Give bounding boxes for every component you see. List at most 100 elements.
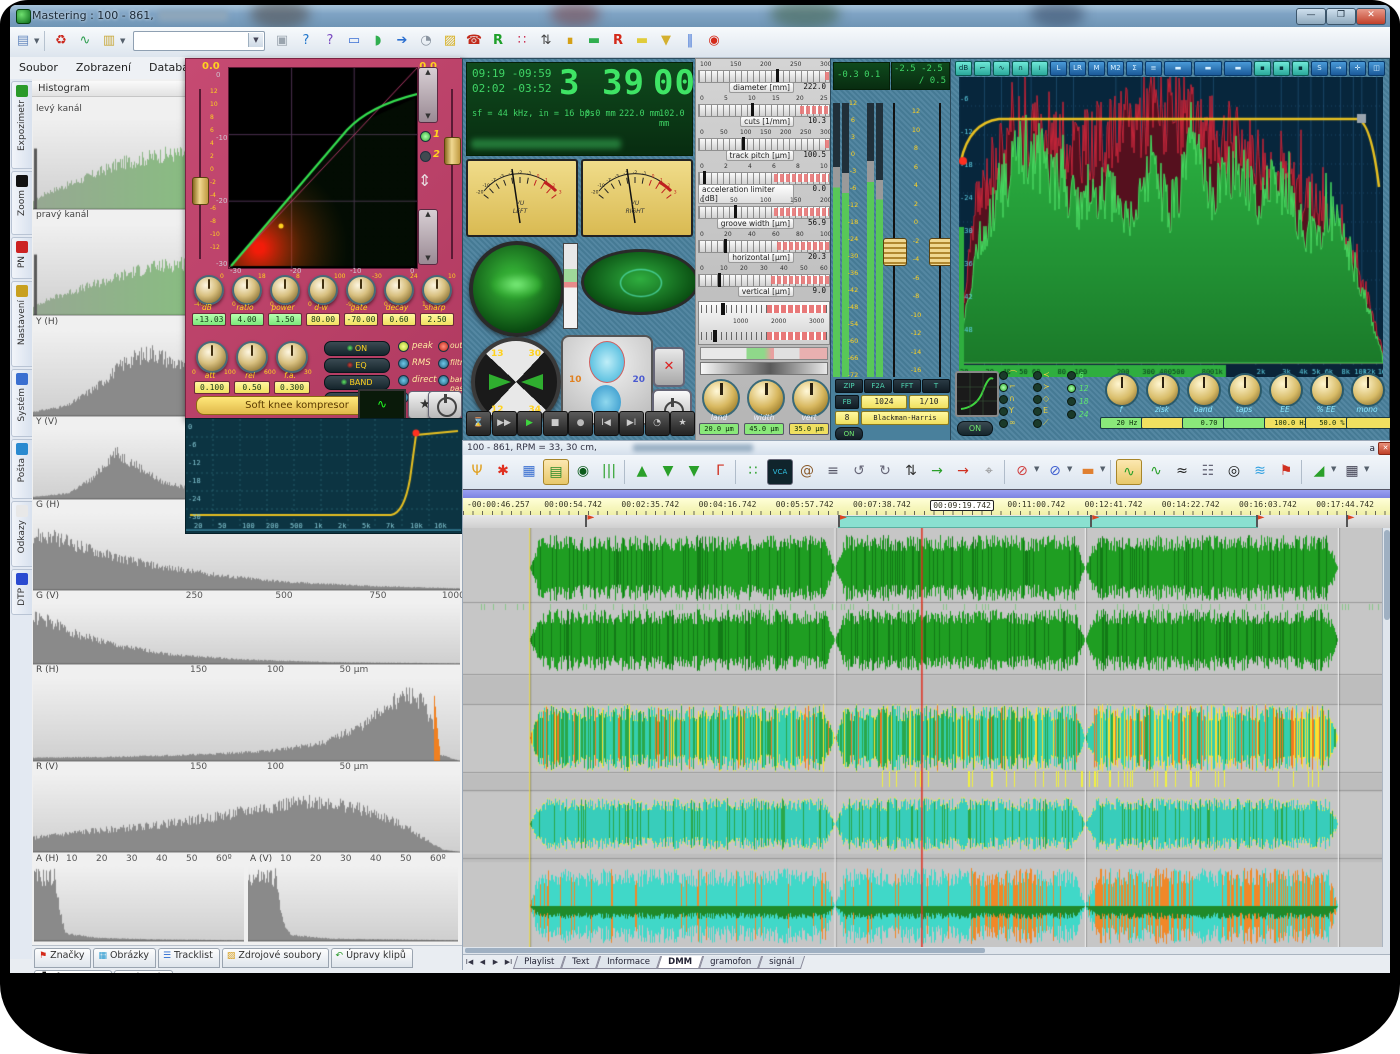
- card-icon[interactable]: ▬: [583, 30, 605, 52]
- fft-button-t[interactable]: T: [922, 379, 950, 393]
- tab-histogram[interactable]: ▟Histogram: [34, 970, 112, 973]
- screen-icon[interactable]: ▭: [343, 30, 365, 52]
- comp-spinner-0[interactable]: ▲▼: [418, 67, 438, 123]
- steps-green-icon[interactable]: →: [925, 459, 949, 483]
- redo-icon[interactable]: ↻: [873, 459, 897, 483]
- vinyl-icon[interactable]: ◉: [571, 459, 595, 483]
- toolbar-combobox[interactable]: ▼: [133, 31, 265, 51]
- spectrum-knob-mono[interactable]: [1351, 373, 1385, 407]
- orange-dash-icon[interactable]: ▬: [1076, 459, 1100, 483]
- spectrum-button-5[interactable]: L: [1050, 61, 1067, 76]
- spectrum-button-10[interactable]: ≡: [1145, 61, 1162, 76]
- spectrum-button-12[interactable]: ▬: [1194, 61, 1222, 76]
- spectrum-button-7[interactable]: M: [1088, 61, 1105, 76]
- slider-handle[interactable]: [724, 239, 727, 253]
- dash-icon[interactable]: ▬: [631, 30, 653, 52]
- bars-icon[interactable]: |||: [597, 459, 621, 483]
- slider-handle[interactable]: [751, 103, 754, 117]
- dmm-horizontal-scrollbar[interactable]: [463, 947, 1390, 954]
- spectrum-button-1[interactable]: ⌐: [974, 61, 991, 76]
- tab-nav-2[interactable]: ▶: [489, 955, 502, 969]
- clock-icon[interactable]: ◔: [415, 30, 437, 52]
- spectrum-button-4[interactable]: ≀: [1031, 61, 1048, 76]
- cutter-knob-land[interactable]: [702, 379, 740, 417]
- spectrum-button-15[interactable]: ▪: [1273, 61, 1290, 76]
- wave-dark-icon[interactable]: ≈: [1170, 459, 1194, 483]
- slope-led[interactable]: [1033, 407, 1042, 416]
- fft-button-fft[interactable]: FFT: [893, 379, 921, 393]
- slope-led[interactable]: [999, 395, 1008, 404]
- knob-ratio[interactable]: [232, 275, 262, 305]
- record-red-icon[interactable]: R: [607, 30, 629, 52]
- spectrum-on-button[interactable]: ON: [957, 421, 993, 436]
- comment-icon[interactable]: ◗: [367, 30, 389, 52]
- prev-button[interactable]: Ι◀: [594, 411, 619, 436]
- menu-item-zobrazen[interactable]: Zobrazení: [67, 57, 140, 74]
- knob-gate[interactable]: [346, 275, 376, 305]
- forward-icon[interactable]: ➔: [391, 30, 413, 52]
- sidebar-tab-pn[interactable]: PN: [11, 237, 33, 279]
- tab-historie[interactable]: ◔Historie: [114, 970, 174, 973]
- burst-icon[interactable]: ✱: [491, 459, 515, 483]
- maximize-button[interactable]: ❐: [1326, 8, 1356, 25]
- chevron-down-icon[interactable]: ▼: [1100, 455, 1107, 483]
- slope-led[interactable]: [1067, 371, 1076, 380]
- lock-icon[interactable]: ∎: [559, 30, 581, 52]
- slope-led[interactable]: [1067, 384, 1076, 393]
- tab-obrzky[interactable]: ▦Obrázky: [93, 948, 156, 968]
- slope-led[interactable]: [999, 383, 1008, 392]
- matrix-icon[interactable]: ∷: [741, 459, 765, 483]
- chevron-down-icon[interactable]: ▼: [248, 33, 263, 47]
- chevron-down-icon[interactable]: ▼: [1331, 455, 1338, 483]
- tab-pravyklip[interactable]: ↶Úpravy klipů: [331, 948, 413, 968]
- sidebar-tab-systm[interactable]: Systém: [11, 369, 33, 437]
- print-icon[interactable]: ▣: [271, 30, 293, 52]
- title-bar[interactable]: Mastering : 100 - 861, — ❐ ✕: [10, 5, 1390, 27]
- snail-icon[interactable]: @: [795, 459, 819, 483]
- sidebar-tab-nastaven[interactable]: Nastavení: [11, 281, 33, 367]
- turntable-icon[interactable]: ◎: [1222, 459, 1246, 483]
- timeline-ruler[interactable]: -00:00:46.25700:00:54.74200:02:35.74200:…: [463, 498, 1390, 516]
- window-layout-icon[interactable]: ▤: [12, 30, 34, 52]
- slider-handle[interactable]: [742, 137, 745, 151]
- faders-icon[interactable]: ⇅: [535, 30, 557, 52]
- clips-view-icon[interactable]: ▤: [543, 459, 569, 485]
- record-target-icon[interactable]: ◉: [703, 30, 725, 52]
- sidebar-tab-odkazy[interactable]: Odkazy: [11, 501, 33, 567]
- phone-icon[interactable]: ☎: [463, 30, 485, 52]
- counter-icon[interactable]: ▦: [1340, 459, 1364, 483]
- spectrum-button-13[interactable]: ▬: [1224, 61, 1252, 76]
- spectrum-button-2[interactable]: ∿: [993, 61, 1010, 76]
- marker-post[interactable]: [585, 515, 587, 527]
- close-button[interactable]: ✕: [1356, 8, 1386, 25]
- cutter-knob-width[interactable]: [747, 379, 785, 417]
- knob-decay[interactable]: [384, 275, 414, 305]
- faders-icon[interactable]: ⇅: [899, 459, 923, 483]
- slope-led[interactable]: [999, 371, 1008, 380]
- knob-power[interactable]: [270, 275, 300, 305]
- fft-button-zip[interactable]: ZIP: [835, 379, 863, 393]
- spectrum-button-0[interactable]: dB: [955, 61, 972, 76]
- slope-led[interactable]: [1033, 371, 1042, 380]
- spectrum-button-18[interactable]: →: [1330, 61, 1347, 76]
- fft-button-f2a[interactable]: F2A: [864, 379, 892, 393]
- marker-flag[interactable]: [1258, 515, 1265, 523]
- monitor-wave-icon[interactable]: ∿: [1116, 459, 1142, 485]
- spectrum-button-6[interactable]: LR: [1069, 61, 1086, 76]
- marker-post[interactable]: [1090, 515, 1092, 527]
- slope-led[interactable]: [999, 419, 1008, 428]
- mode-button-on[interactable]: ON: [324, 341, 390, 356]
- spectrum-button-9[interactable]: Σ: [1126, 61, 1143, 76]
- spectrum-knob-band[interactable]: [1187, 373, 1221, 407]
- tab-nav-0[interactable]: Ι◀: [463, 955, 476, 969]
- eject-button[interactable]: ✕: [653, 347, 685, 387]
- context-help-icon[interactable]: ?: [319, 30, 341, 52]
- comp-fader-left[interactable]: [192, 89, 208, 259]
- spectrum-display[interactable]: [959, 77, 1383, 377]
- wifi-icon[interactable]: ≋: [1248, 459, 1272, 483]
- slider-handle[interactable]: [734, 205, 737, 219]
- vca-icon[interactable]: VCA: [767, 459, 793, 485]
- y-adapter-icon[interactable]: Ψ: [465, 459, 489, 483]
- stop-button[interactable]: ■: [543, 411, 568, 436]
- dmm-vertical-scrollbar[interactable]: [1382, 528, 1390, 947]
